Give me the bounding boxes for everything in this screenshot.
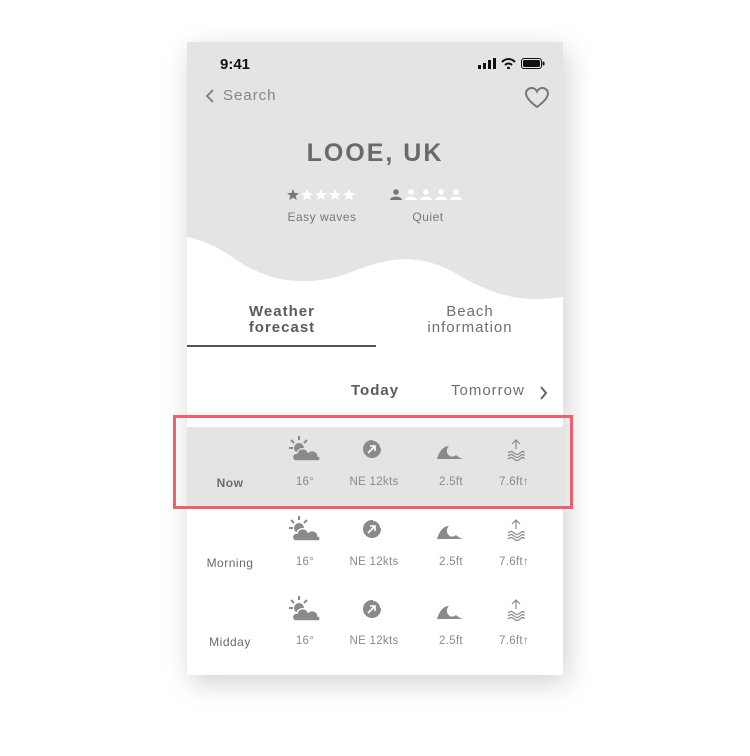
star-rating-icons [287, 189, 355, 200]
status-icons [478, 58, 545, 69]
wind-value: NE 12kts [349, 635, 399, 647]
wifi-icon [501, 58, 516, 69]
person-icon [390, 189, 402, 200]
wave-height-value: 2.5ft [439, 635, 463, 647]
info-tabs: Weather forecast Beach information [187, 304, 563, 346]
day-selector: Today Tomorrow [187, 382, 563, 402]
tide-icon [507, 519, 525, 541]
forecast-row-midday[interactable]: Midday 16° NE 12kts 2.5ft 7.6ft↑ [187, 587, 563, 667]
arrow-up-icon: ↑ [522, 556, 529, 568]
tab-weather-line1: Weather [249, 303, 315, 320]
day-today[interactable]: Today [351, 382, 399, 399]
heart-icon [524, 86, 550, 109]
chevron-right-icon[interactable] [539, 386, 548, 400]
status-time: 9:41 [220, 56, 251, 73]
location-title: LOOE, UK [306, 139, 444, 167]
signal-icon [478, 58, 496, 69]
back-label: Search [223, 87, 277, 104]
tab-beach-line1: Beach [446, 303, 494, 320]
tide-value-wrap: 7.6ft↑ [479, 556, 549, 568]
forecast-time-label: Morning [206, 556, 254, 570]
tab-beach-line2: information [427, 319, 513, 336]
arrow-up-icon: ↑ [522, 635, 529, 647]
tide-value: 7.6ft [499, 635, 523, 647]
person-rating-icons [390, 189, 462, 200]
chevron-left-icon [205, 88, 214, 103]
battery-icon [521, 58, 545, 69]
forecast-time-label: Midday [209, 635, 251, 649]
tab-weather-forecast[interactable]: Weather forecast [227, 304, 337, 336]
temperature-value: 16° [295, 635, 315, 647]
tide-value: 7.6ft [499, 556, 523, 568]
partly-sunny-icon [289, 596, 321, 622]
status-bar: 9:41 [187, 42, 563, 86]
tide-value-wrap: 7.6ft↑ [479, 635, 549, 647]
temperature-value: 16° [295, 556, 315, 568]
crowd-rating: Quiet [390, 188, 466, 224]
wave-icon [437, 606, 463, 619]
wind-value: NE 12kts [349, 556, 399, 568]
wave-icon [437, 526, 463, 539]
tab-weather-line2: forecast [248, 319, 316, 336]
day-tomorrow[interactable]: Tomorrow [451, 382, 525, 399]
wind-direction-icon [363, 519, 382, 538]
star-icon [287, 189, 299, 200]
forecast-row-morning[interactable]: Morning 16° NE 12kts 2.5ft 7.6ft↑ [187, 507, 563, 587]
wave-height-value: 2.5ft [439, 556, 463, 568]
tab-beach-information[interactable]: Beach information [415, 304, 525, 336]
active-tab-indicator [187, 345, 376, 347]
partly-sunny-icon [289, 516, 321, 542]
favorite-button[interactable] [524, 86, 550, 114]
rating-label-waves: Easy waves [287, 210, 357, 224]
wave-difficulty-rating: Easy waves [287, 188, 357, 224]
rating-label-crowd: Quiet [412, 210, 444, 224]
phone-screen: 9:41 Search LOOE, UK Easy waves Quiet We… [187, 42, 563, 675]
back-button[interactable]: Search [205, 87, 277, 104]
tide-icon [507, 599, 525, 621]
highlight-annotation-box [173, 415, 573, 509]
wind-direction-icon [363, 599, 382, 618]
